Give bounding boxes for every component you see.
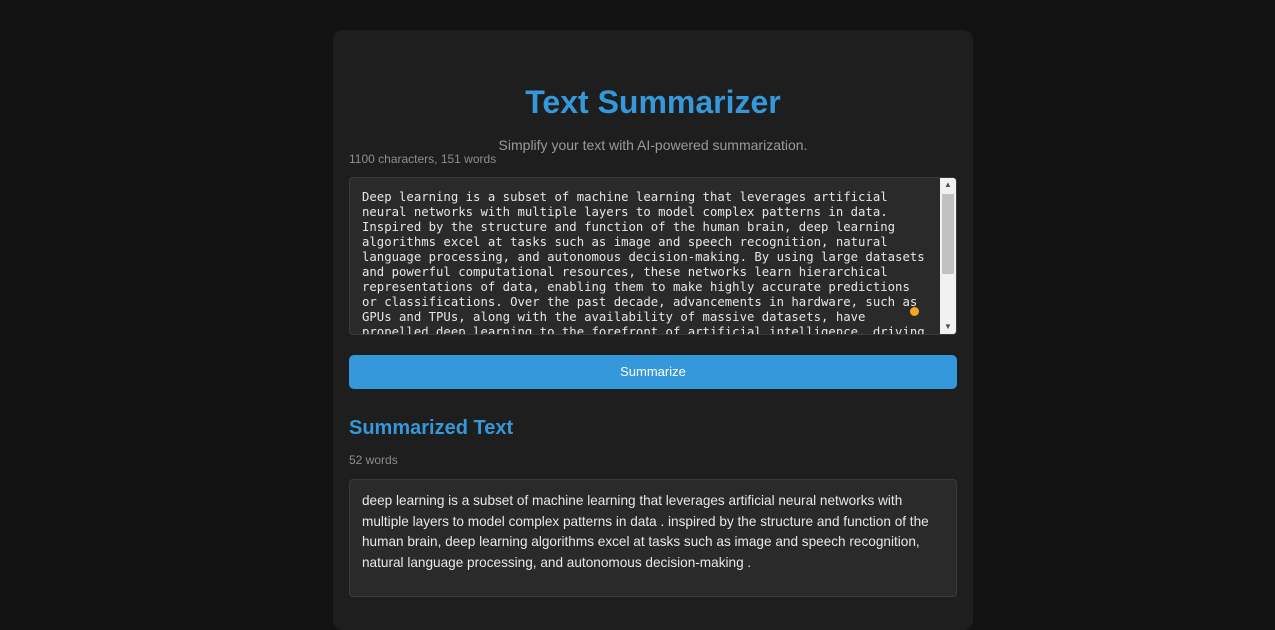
mouse-cursor-indicator bbox=[910, 307, 919, 316]
summary-output: deep learning is a subset of machine lea… bbox=[349, 479, 957, 597]
scrollbar-thumb[interactable] bbox=[942, 194, 954, 274]
summary-word-count: 52 words bbox=[349, 453, 398, 467]
input-textarea-container: ▲ ▼ bbox=[349, 177, 957, 335]
input-textarea[interactable] bbox=[350, 178, 940, 334]
summarize-button[interactable]: Summarize bbox=[349, 355, 957, 389]
triangle-up-icon[interactable]: ▲ bbox=[940, 178, 956, 192]
input-character-count: 1100 characters, 151 words bbox=[349, 152, 497, 166]
textarea-scrollbar[interactable]: ▲ ▼ bbox=[940, 178, 956, 334]
summary-section-title: Summarized Text bbox=[349, 417, 514, 439]
page-title: Text Summarizer bbox=[525, 84, 781, 120]
triangle-down-icon[interactable]: ▼ bbox=[940, 320, 956, 334]
